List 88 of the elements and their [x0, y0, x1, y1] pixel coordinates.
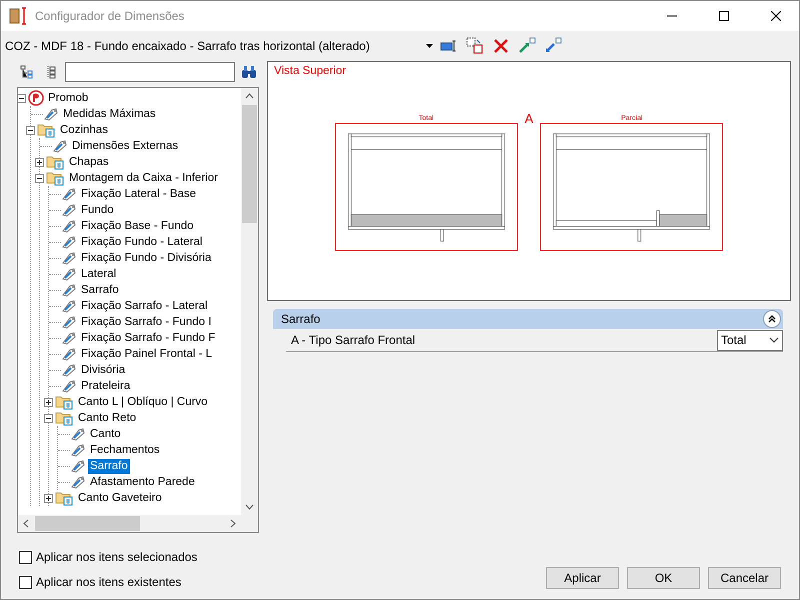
expand-icon[interactable] — [44, 494, 53, 502]
tree-item[interactable]: Fixação Lateral - Base — [79, 186, 198, 202]
tag-icon — [61, 379, 77, 393]
tree-item[interactable]: Dimensões Externas — [70, 138, 180, 154]
caret-icon — [426, 44, 433, 48]
tree-item[interactable]: Lateral — [79, 266, 118, 282]
tag-icon — [61, 203, 77, 217]
checkbox-label: Aplicar nos itens selecionados — [36, 550, 198, 564]
tree-item[interactable]: Sarrafo — [79, 282, 121, 298]
tree-item[interactable]: Fundo — [79, 202, 116, 218]
collapse-icon[interactable] — [18, 94, 26, 102]
tree-item[interactable]: Fixação Sarrafo - Fundo F — [79, 330, 218, 346]
tag-icon — [61, 235, 77, 249]
tag-icon — [61, 219, 77, 233]
tag-icon — [70, 459, 86, 473]
tag-icon — [61, 331, 77, 345]
folder-icon — [55, 394, 74, 410]
tree-item[interactable]: Canto L | Oblíquo | Curvo — [76, 394, 210, 410]
vertical-scrollbar[interactable] — [241, 88, 258, 515]
expand-icon[interactable] — [35, 158, 44, 166]
scrollbar-thumb[interactable] — [35, 516, 140, 531]
tree-item[interactable]: Fixação Painel Frontal - L — [79, 346, 214, 362]
dialog-button[interactable]: Cancelar — [708, 567, 781, 589]
horizontal-scrollbar[interactable] — [18, 515, 241, 532]
tree-item[interactable]: Divisória — [79, 362, 128, 378]
tag-icon — [61, 299, 77, 313]
maximize-icon — [719, 11, 729, 21]
scrollbar-thumb[interactable] — [242, 105, 257, 223]
collapse-icon[interactable] — [26, 126, 35, 134]
tag-icon — [70, 427, 86, 441]
tree-item[interactable]: Afastamento Parede — [88, 474, 197, 490]
collapse-button[interactable] — [763, 310, 781, 328]
checkbox-label: Aplicar nos itens existentes — [36, 575, 182, 589]
window-title: Configurador de Dimensões — [35, 9, 186, 23]
tag-icon — [61, 267, 77, 281]
tag-icon — [61, 283, 77, 297]
tree-item[interactable]: Prateleira — [79, 378, 132, 394]
cabinet-drawing[interactable] — [334, 123, 518, 251]
tree-item[interactable]: Fixação Fundo - Lateral — [79, 234, 204, 250]
tag-icon — [61, 363, 77, 377]
collapse-icon[interactable] — [44, 414, 53, 422]
double-chevron-icon — [767, 314, 777, 324]
copy-icon[interactable] — [465, 36, 485, 56]
chevron-down-icon — [769, 337, 779, 343]
property-label: A - Tipo Sarrafo Frontal — [291, 333, 416, 347]
checkbox[interactable] — [19, 576, 32, 588]
tree-item[interactable]: Medidas Máximas — [61, 106, 158, 122]
search-field[interactable] — [65, 62, 235, 82]
tree-item[interactable]: Montagem da Caixa - Inferior — [67, 170, 220, 186]
expand-icon[interactable] — [44, 398, 53, 406]
folder-icon — [55, 410, 74, 426]
dimension-marker: A — [524, 111, 534, 126]
tree-item[interactable]: Fechamentos — [88, 442, 162, 458]
tree-item[interactable]: Canto Gaveteiro — [76, 490, 164, 506]
tree-item[interactable]: Chapas — [67, 154, 111, 170]
tree-item[interactable]: Fixação Sarrafo - Lateral — [79, 298, 210, 314]
folder-icon — [55, 490, 74, 506]
tree-item[interactable]: Promob — [46, 90, 90, 106]
app-icon — [9, 7, 29, 25]
tag-icon — [70, 475, 86, 489]
preset-dropdown[interactable]: COZ - MDF 18 - Fundo encaixado - Sarrafo tras horizontal (alterado) — [5, 36, 433, 56]
tree-item[interactable]: Fixação Sarrafo - Fundo I — [79, 314, 214, 330]
tag-icon — [61, 315, 77, 329]
tree-item[interactable]: Sarrafo — [88, 458, 130, 474]
tag-icon — [43, 107, 59, 121]
checkbox[interactable] — [19, 550, 32, 564]
folder-icon — [37, 122, 56, 138]
value-dropdown[interactable]: Total — [717, 330, 783, 350]
tree-item[interactable]: Fixação Fundo - Divisória — [79, 250, 214, 266]
tree-item[interactable]: Cozinhas — [58, 122, 110, 138]
tag-icon — [70, 443, 86, 457]
tree-item[interactable]: Canto Reto — [76, 410, 138, 426]
logo-icon — [28, 90, 44, 106]
cabinet-drawing[interactable] — [540, 123, 724, 251]
dialog-button[interactable]: Aplicar — [546, 567, 619, 589]
folder-icon — [46, 170, 65, 186]
tag-icon — [61, 347, 77, 361]
group-header[interactable]: Sarrafo — [273, 309, 783, 329]
tree-item[interactable]: Canto — [88, 426, 123, 442]
close-icon — [771, 11, 781, 21]
tree-item[interactable]: Fixação Base - Fundo — [79, 218, 196, 234]
tag-icon — [61, 251, 77, 265]
folder-icon — [46, 154, 65, 170]
collapse-icon[interactable] — [35, 174, 44, 182]
preview-title: Vista Superior — [273, 64, 346, 77]
dialog-button[interactable]: OK — [627, 567, 700, 589]
tag-icon — [52, 139, 68, 153]
tag-icon — [61, 187, 77, 201]
